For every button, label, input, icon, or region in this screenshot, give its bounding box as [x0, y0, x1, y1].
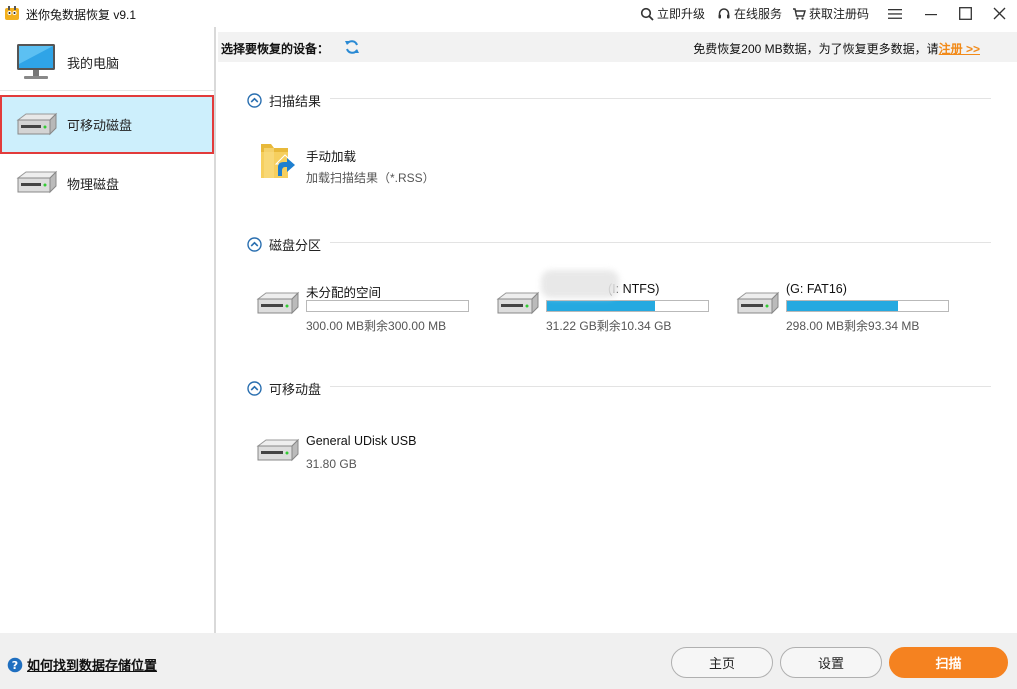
device-select-header: 选择要恢复的设备： 免费恢复200 MB数据，为了恢复更多数据，请注册 >> [218, 32, 1017, 62]
online-service-label: 在线服务 [734, 7, 783, 21]
cart-icon [793, 7, 806, 20]
window-title: 迷你兔数据恢复 v9.1 [26, 8, 137, 22]
partition-usage: 298.00 MB剩余93.34 MB [786, 319, 920, 333]
sidebar-item-removable-disk[interactable]: 可移动磁盘 [0, 95, 214, 154]
drive-icon [496, 291, 540, 315]
partition-usage: 31.22 GB剩余10.34 GB [546, 319, 672, 333]
drive-icon [256, 291, 300, 315]
title-bar: 迷你兔数据恢复 v9.1 立即升级 在线服务 获取注册码 [0, 0, 1017, 27]
drive-icon [736, 291, 780, 315]
manual-load-title: 手动加载 [306, 150, 357, 164]
collapse-chevron-icon[interactable] [247, 381, 262, 396]
partition-name: (G: FAT16) [786, 282, 847, 296]
physical-disk-icon [16, 170, 58, 194]
free-recovery-text: 免费恢复200 MB数据，为了恢复更多数据，请 [693, 42, 939, 56]
online-service-link[interactable]: 在线服务 [717, 5, 782, 22]
upgrade-label: 立即升级 [657, 7, 706, 21]
removable-disk-name: General UDisk USB [306, 434, 417, 448]
free-recovery-note: 免费恢复200 MB数据，为了恢复更多数据，请注册 >> [693, 40, 980, 57]
sidebar-item-label: 物理磁盘 [67, 176, 120, 192]
app-logo-icon [5, 6, 19, 20]
partitions-section-header[interactable]: 磁盘分区 [247, 235, 321, 254]
usage-bar-fill [787, 301, 899, 311]
scan-results-section-header[interactable]: 扫描结果 [247, 91, 321, 110]
sidebar-item-physical-disk[interactable]: 物理磁盘 [0, 153, 214, 213]
close-icon [993, 7, 1005, 20]
headset-icon [718, 7, 730, 18]
menu-button[interactable] [878, 0, 912, 27]
redacted-label-blur [541, 270, 619, 298]
get-register-code-link[interactable]: 获取注册码 [792, 5, 869, 22]
section-title: 扫描结果 [269, 94, 322, 109]
collapse-chevron-icon[interactable] [247, 237, 262, 252]
page-title: 选择要恢复的设备： [221, 42, 330, 56]
removable-disk-size: 31.80 GB [306, 457, 357, 471]
section-divider [330, 386, 991, 387]
monitor-icon [17, 44, 55, 79]
collapse-chevron-icon[interactable] [247, 93, 262, 108]
usage-bar [786, 300, 949, 312]
section-divider [330, 98, 991, 99]
sidebar-divider [0, 90, 214, 91]
magnifier-icon [640, 7, 654, 21]
refresh-icon[interactable] [344, 39, 360, 55]
removable-section-header[interactable]: 可移动盘 [247, 379, 321, 398]
minimize-icon [925, 13, 937, 15]
sidebar-item-label: 可移动磁盘 [67, 118, 133, 133]
usb-drive-icon [256, 438, 300, 462]
close-button[interactable] [982, 0, 1016, 27]
partition-name: 未分配的空间 [306, 286, 382, 300]
help-link[interactable]: ? 如何找到数据存储位置 [7, 655, 157, 674]
hamburger-icon [888, 8, 902, 19]
minimize-button[interactable] [914, 0, 948, 27]
home-button[interactable]: 主页 [671, 647, 773, 678]
section-title: 磁盘分区 [269, 238, 322, 253]
manual-load-subtitle: 加载扫描结果（*.RSS） [306, 171, 435, 185]
maximize-button[interactable] [948, 0, 982, 27]
help-link-text: 如何找到数据存储位置 [27, 658, 158, 673]
maximize-icon [958, 7, 972, 20]
scan-button[interactable]: 扫描 [889, 647, 1008, 678]
footer-bar: ? 如何找到数据存储位置 主页 设置 扫描 [0, 633, 1017, 689]
svg-text:?: ? [12, 659, 18, 672]
sidebar: 我的电脑 可移动磁盘 物理磁盘 [0, 27, 216, 633]
partition-usage: 300.00 MB剩余300.00 MB [306, 319, 447, 333]
usage-bar [546, 300, 709, 312]
get-register-code-label: 获取注册码 [809, 7, 870, 21]
register-link[interactable]: 注册 >> [939, 42, 980, 56]
section-divider [330, 242, 991, 243]
sidebar-item-my-computer[interactable]: 我的电脑 [0, 32, 214, 92]
removable-disk-icon [16, 112, 58, 135]
help-question-icon: ? [7, 657, 23, 672]
usage-bar [306, 300, 469, 312]
upgrade-link[interactable]: 立即升级 [640, 5, 705, 22]
section-title: 可移动盘 [269, 382, 322, 397]
settings-button[interactable]: 设置 [780, 647, 882, 678]
folder-load-icon [261, 144, 296, 178]
sidebar-item-label: 我的电脑 [67, 55, 120, 71]
usage-bar-fill [547, 301, 655, 311]
